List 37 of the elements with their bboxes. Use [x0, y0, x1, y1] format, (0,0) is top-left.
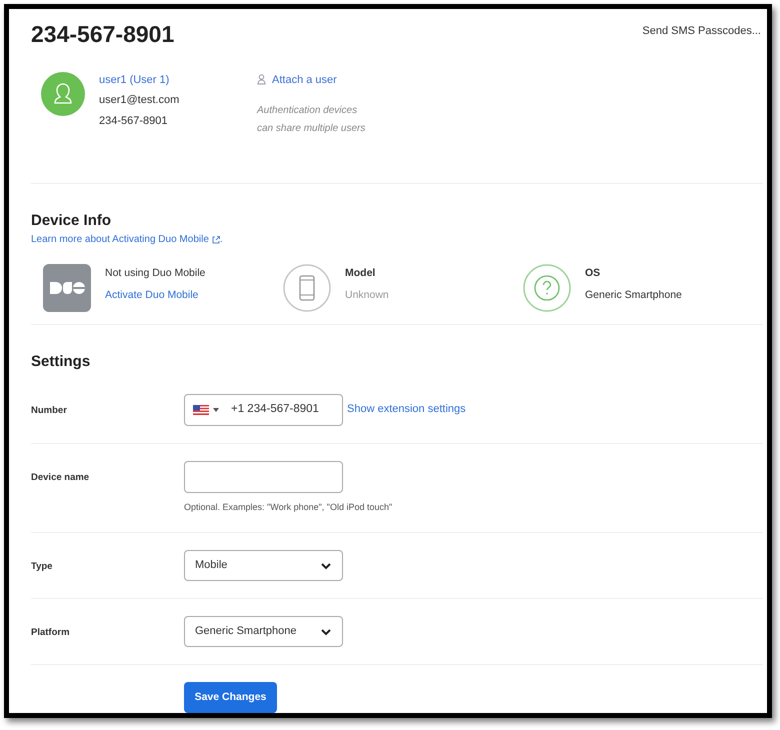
save-changes-button[interactable]: Save Changes [184, 682, 277, 713]
device-name-field[interactable] [184, 460, 343, 492]
user-email: user1@test.com [99, 93, 180, 108]
user-link[interactable]: user1 (User 1) [99, 72, 257, 88]
hint-text: Optional. Examples: "Work phone", "Old iPod touch" [184, 500, 392, 514]
send-sms-link[interactable]: Send SMS Passcodes... [642, 23, 761, 40]
activate-link[interactable]: Activate Duo Mobile [105, 288, 206, 304]
setting-label: Device name [31, 470, 90, 484]
select-field[interactable]: Generic Smartphone [184, 616, 343, 647]
settings-heading: Settings [31, 352, 92, 372]
device-info-label: OS [585, 266, 602, 281]
select-field[interactable]: Mobile [184, 550, 343, 581]
question-icon [523, 264, 571, 312]
device-info-label: Not using Duo Mobile [105, 266, 206, 281]
page-title: 234-567-8901 [31, 20, 174, 49]
user-plus-icon [257, 74, 268, 86]
caret-icon [213, 408, 219, 412]
device-info-label: Model [345, 266, 376, 281]
attach-note: Authentication devices can share multiple users [257, 104, 366, 136]
user-avatar-icon [41, 72, 85, 116]
show-extension-link[interactable]: Show extension settings [347, 401, 466, 418]
setting-label: Platform [31, 626, 71, 640]
device-info-heading: Device Info [31, 210, 112, 230]
attach-user-link[interactable]: Attach a user [257, 72, 372, 88]
duo-logo-icon [43, 264, 91, 312]
phone-field[interactable]: +1 234-567-8901 [184, 394, 343, 426]
device-info-value: Generic Smartphone [585, 288, 682, 303]
learn-more-suffix: . [220, 233, 223, 247]
setting-label: Type [31, 560, 54, 574]
phone-icon [283, 264, 331, 312]
us-flag-icon [193, 404, 209, 414]
user-phone: 234-567-8901 [99, 114, 169, 128]
phone-value: +1 234-567-8901 [231, 402, 319, 417]
learn-more-link[interactable]: Learn more about Activating Duo Mobile [31, 232, 209, 247]
device-info-value: Unknown [345, 288, 389, 303]
external-link-icon [212, 236, 220, 244]
setting-label: Number [31, 404, 68, 418]
